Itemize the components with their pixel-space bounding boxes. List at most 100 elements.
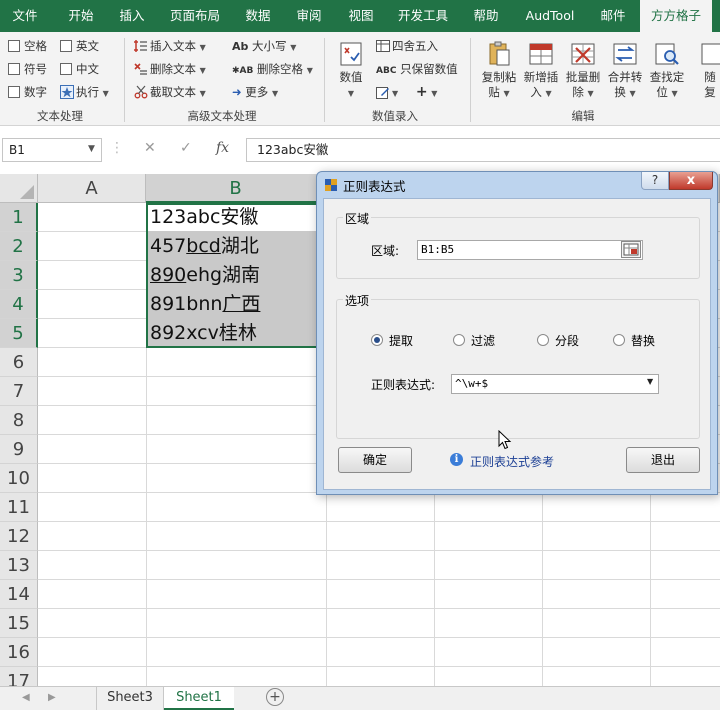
row-header-10[interactable]: 10 xyxy=(0,464,38,493)
radio-filter-label: 过滤 xyxy=(471,334,496,348)
row-header-8[interactable]: 8 xyxy=(0,406,38,435)
regex-reference-link[interactable]: 正则表达式参考 xyxy=(470,453,554,470)
more-label: 更多 xyxy=(245,85,269,99)
find-locate-label-2: 位 xyxy=(656,85,668,99)
keep-numeric-button[interactable]: ABC 只保留数值 xyxy=(376,60,458,78)
tab-insert[interactable]: 插入 xyxy=(108,0,156,32)
delete-text-button[interactable]: 删除文本 ▼ xyxy=(134,60,206,78)
batch-delete-label-2: 除 xyxy=(572,85,584,99)
confirm-icon[interactable]: ✓ xyxy=(180,140,192,156)
merge-convert-button[interactable]: 合并转换 ▼ xyxy=(604,40,646,101)
scroll-right-icon[interactable]: ▶ xyxy=(48,687,56,709)
plus-icon[interactable]: + xyxy=(416,84,428,100)
radio-filter[interactable] xyxy=(453,334,465,346)
tab-review[interactable]: 审阅 xyxy=(286,0,332,32)
tab-developer[interactable]: 开发工具 xyxy=(390,0,456,32)
insert-new-button[interactable]: 新增插入 ▼ xyxy=(520,40,562,101)
close-button[interactable]: x xyxy=(669,172,713,190)
row-header-2[interactable]: 2 xyxy=(0,232,38,261)
chevron-down-icon[interactable]: ▼ xyxy=(647,377,653,386)
tab-page-layout[interactable]: 页面布局 xyxy=(162,0,228,32)
cell-b1[interactable]: 123abc安徽 xyxy=(150,203,258,232)
cancel-icon[interactable]: ✕ xyxy=(144,140,156,156)
group-separator xyxy=(470,38,471,122)
find-locate-button[interactable]: 查找定位 ▼ xyxy=(646,40,688,101)
tab-view[interactable]: 视图 xyxy=(338,0,384,32)
radio-replace[interactable] xyxy=(613,334,625,346)
round-button[interactable]: 四舍五入 xyxy=(376,37,438,55)
radio-extract[interactable] xyxy=(371,334,383,346)
gridline xyxy=(38,637,720,638)
help-button[interactable]: ? xyxy=(641,172,669,190)
row-header-5[interactable]: 5 xyxy=(0,319,38,348)
exit-button[interactable]: 退出 xyxy=(626,447,700,473)
copy-paste-button[interactable]: 复制粘贴 ▼ xyxy=(478,40,520,101)
gridline xyxy=(38,608,720,609)
row-header-11[interactable]: 11 xyxy=(0,493,38,522)
column-header-a[interactable]: A xyxy=(38,174,146,203)
checkbox-number[interactable] xyxy=(8,86,20,98)
random-button[interactable]: 随复 xyxy=(700,40,720,100)
truncate-text-button[interactable]: 截取文本 ▼ xyxy=(134,83,206,101)
ok-button[interactable]: 确定 xyxy=(338,447,412,473)
group-separator xyxy=(324,38,325,122)
delete-space-label: 删除空格 xyxy=(257,62,304,76)
random-label-1: 随 xyxy=(704,70,716,84)
radio-segment[interactable] xyxy=(537,334,549,346)
tab-help[interactable]: 帮助 xyxy=(464,0,508,32)
sheet-tab-bar: ◀ ▶ Sheet3 Sheet1 + xyxy=(0,686,720,710)
cell-b5[interactable]: 892xcv桂林 xyxy=(150,319,257,348)
regex-input[interactable]: ^\w+$ xyxy=(451,374,659,394)
insert-function-icon[interactable]: fx xyxy=(216,140,229,156)
more-button[interactable]: ➜ 更多 ▼ xyxy=(232,83,278,101)
select-all-corner[interactable] xyxy=(0,174,38,203)
name-box[interactable]: B1 xyxy=(2,138,102,162)
insert-new-label-2: 入 xyxy=(530,85,542,99)
checkbox-symbol[interactable] xyxy=(8,63,20,75)
insert-text-button[interactable]: 插入文本 ▼ xyxy=(134,37,206,55)
area-input[interactable]: B1:B5 xyxy=(417,240,643,260)
chevron-down-icon: ▼ xyxy=(545,89,552,98)
cell-b3[interactable]: 890ehg湖南 xyxy=(150,261,260,290)
chevron-down-icon[interactable]: ▼ xyxy=(88,138,95,160)
row-header-4[interactable]: 4 xyxy=(0,290,38,319)
add-sheet-icon[interactable]: + xyxy=(266,688,284,706)
tab-audtool[interactable]: AudTool xyxy=(514,0,586,32)
row-header-6[interactable]: 6 xyxy=(0,348,38,377)
row-header-1[interactable]: 1 xyxy=(0,203,38,232)
row-header-12[interactable]: 12 xyxy=(0,522,38,551)
formula-input[interactable]: 123abc安徽 xyxy=(246,138,720,162)
edit-value-button[interactable]: ▼ + ▼ xyxy=(376,83,437,101)
sheet-tab-sheet3[interactable]: Sheet3 xyxy=(96,687,164,710)
row-header-14[interactable]: 14 xyxy=(0,580,38,609)
range-picker-button[interactable] xyxy=(621,241,641,258)
row-header-17[interactable]: 17 xyxy=(0,667,38,686)
delete-space-button[interactable]: ✱AB 删除空格 ▼ xyxy=(232,60,313,78)
case-button[interactable]: Ab 大小写 ▼ xyxy=(232,37,296,55)
scroll-left-icon[interactable]: ◀ xyxy=(22,687,30,709)
tab-file[interactable]: 文件 xyxy=(0,0,50,32)
execute-button[interactable]: 执行 ▼ xyxy=(60,83,109,101)
tab-data[interactable]: 数据 xyxy=(236,0,280,32)
row-header-13[interactable]: 13 xyxy=(0,551,38,580)
sheet-tab-sheet1[interactable]: Sheet1 xyxy=(164,687,234,710)
tab-home[interactable]: 开始 xyxy=(56,0,106,32)
cell-b2[interactable]: 457bcd湖北 xyxy=(150,232,259,261)
checkbox-chinese[interactable] xyxy=(60,63,72,75)
more-options-icon: ⋮ xyxy=(110,140,124,156)
checkbox-english[interactable] xyxy=(60,40,72,52)
tab-mail[interactable]: 邮件 xyxy=(592,0,634,32)
delete-text-icon xyxy=(134,63,147,75)
row-header-16[interactable]: 16 xyxy=(0,638,38,667)
row-header-3[interactable]: 3 xyxy=(0,261,38,290)
numeric-button[interactable]: 数值 ▼ xyxy=(330,40,372,101)
row-header-9[interactable]: 9 xyxy=(0,435,38,464)
column-header-b[interactable]: B xyxy=(146,174,326,203)
cell-b4[interactable]: 891bnn广西 xyxy=(150,290,260,319)
tab-fangfanggezi[interactable]: 方方格子 xyxy=(640,0,712,32)
checkbox-space[interactable] xyxy=(8,40,20,52)
batch-delete-button[interactable]: 批量删除 ▼ xyxy=(562,40,604,101)
execute-label: 执行 xyxy=(76,85,99,99)
row-header-15[interactable]: 15 xyxy=(0,609,38,638)
row-header-7[interactable]: 7 xyxy=(0,377,38,406)
